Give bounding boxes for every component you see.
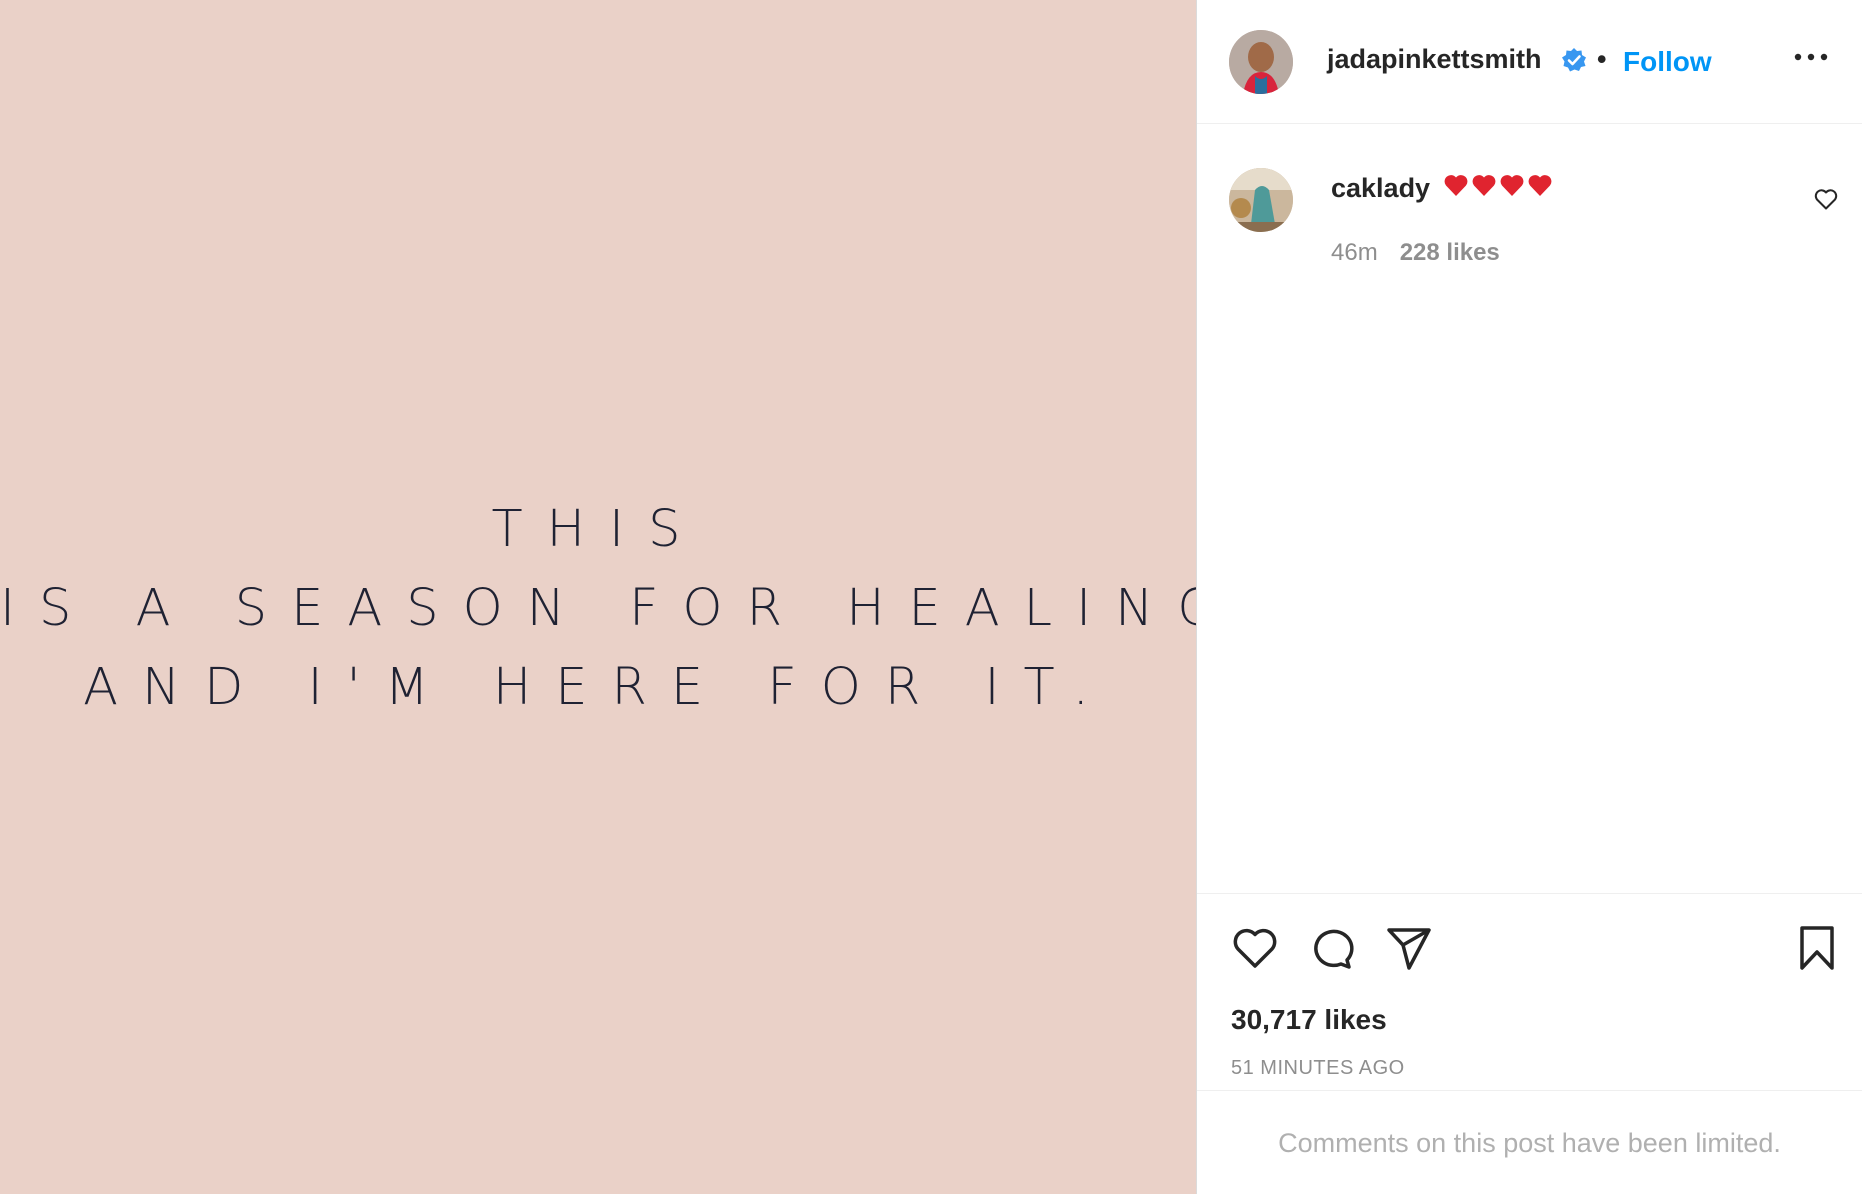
author-avatar[interactable] [1229,30,1293,94]
follow-button[interactable]: Follow [1623,46,1712,78]
share-icon[interactable] [1385,924,1433,972]
author-username[interactable]: jadapinkettsmith [1327,44,1542,75]
red-heart-emoji-icon [1472,175,1496,196]
instagram-post: THIS IS A SEASON FOR HEALING AND I'M HER… [0,0,1862,1194]
bookmark-icon[interactable] [1793,924,1841,972]
heart-icon[interactable] [1231,924,1279,972]
post-timestamp[interactable]: 51 MINUTES AGO [1231,1057,1405,1080]
post-header: jadapinkettsmith • Follow [1197,0,1862,124]
comment-text [1443,171,1553,199]
post-quote: THIS IS A SEASON FOR HEALING AND I'M HER… [0,490,1241,727]
more-options-icon[interactable] [1793,50,1829,64]
post-image[interactable]: THIS IS A SEASON FOR HEALING AND I'M HER… [0,0,1241,1194]
comments-limited-notice: Comments on this post have been limited. [1278,1128,1781,1158]
commenter-username[interactable]: caklady [1331,173,1430,204]
red-heart-emoji-icon [1444,175,1468,196]
post-actions: 30,717 likes 51 MINUTES AGO [1197,893,1862,1091]
comment-like-heart-icon[interactable] [1813,186,1839,212]
commenter-avatar[interactable] [1229,168,1293,232]
post-sidebar: jadapinkettsmith • Follow caklady 46m 22… [1196,0,1862,1194]
red-heart-emoji-icon [1528,175,1552,196]
quote-line-3: AND I'M HERE FOR IT. [83,658,1113,717]
comments-list: caklady 46m 228 likes [1197,123,1862,893]
quote-line-2: IS A SEASON FOR HEALING [0,579,1241,638]
comment-icon[interactable] [1307,924,1355,972]
header-separator: • [1597,44,1607,74]
verified-badge-icon [1562,48,1586,72]
comment-time: 46m [1331,239,1378,266]
post-likes-count[interactable]: 30,717 likes [1231,1004,1387,1036]
comment-meta: 46m 228 likes [1331,239,1500,267]
comment-likes[interactable]: 228 likes [1400,239,1500,266]
quote-line-1: THIS [491,500,705,559]
red-heart-emoji-icon [1500,175,1524,196]
